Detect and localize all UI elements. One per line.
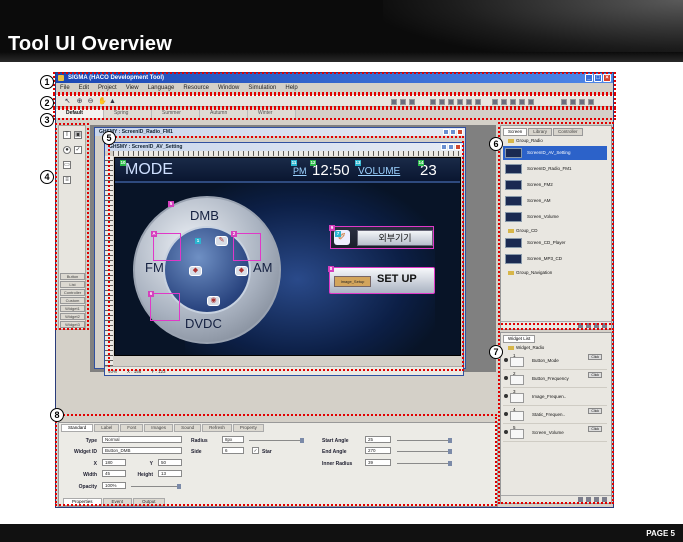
doc1-close-icon[interactable]: [457, 129, 463, 135]
annotation-design-area: [108, 136, 464, 371]
slide-header: Tool UI Overview: [0, 0, 683, 62]
slide-footer: PAGE 5: [0, 524, 683, 542]
annotation-widget-list: [498, 328, 614, 504]
annotation-resource-panel: [498, 122, 614, 325]
callout-1: 1: [40, 75, 54, 89]
callout-6: 6: [489, 137, 503, 151]
annotation-tabs: [53, 108, 616, 120]
header-glow: [383, 0, 683, 62]
callout-3: 3: [40, 113, 54, 127]
annotation-properties: [55, 414, 497, 506]
callout-7: 7: [489, 345, 503, 359]
slide-title: Tool UI Overview: [8, 33, 172, 55]
document-title-radio: GHSMY : ScreenID_Radio_FM1: [95, 128, 465, 136]
callout-5: 5: [102, 131, 116, 145]
doc1-buttons: [443, 129, 463, 135]
page-number: PAGE 5: [646, 529, 675, 538]
annotation-widget-panel: [55, 123, 89, 330]
doc1-minimize-icon[interactable]: [443, 129, 449, 135]
callout-2: 2: [40, 96, 54, 110]
callout-4: 4: [40, 170, 54, 184]
callout-8: 8: [50, 408, 64, 422]
annotation-toolbar: [53, 94, 616, 108]
annotation-menu: [53, 72, 616, 94]
doc1-maximize-icon[interactable]: [450, 129, 456, 135]
